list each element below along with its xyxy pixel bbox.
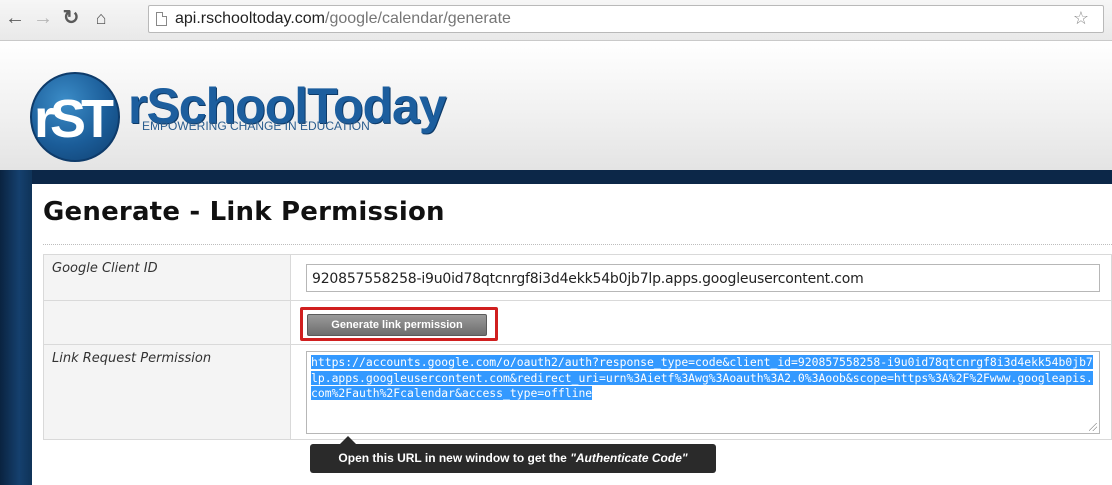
arrow-left-icon: ← <box>5 7 25 29</box>
site-header: rST rSchoolToday EMPOWERING CHANGE IN ED… <box>0 41 1112 170</box>
tooltip-text: Open this URL in new window to get the <box>338 451 571 465</box>
arrow-right-icon: → <box>33 7 53 29</box>
highlight-box: Generate link permission <box>300 307 498 341</box>
star-icon[interactable]: ☆ <box>1073 8 1089 29</box>
main-content: Generate - Link Permission Google Client… <box>32 184 1112 485</box>
home-icon: ⌂ <box>95 8 107 28</box>
link-request-label: Link Request Permission <box>43 344 291 440</box>
forward-button[interactable]: → <box>32 6 54 30</box>
form-row-client-id: Google Client ID 920857558258-i9u0id78qt… <box>43 254 1112 301</box>
logo-mark-text: rST <box>34 89 114 149</box>
form-row-generate: Generate link permission <box>43 300 1112 345</box>
logo-mark: rST <box>30 72 120 162</box>
back-button[interactable]: ← <box>4 6 26 30</box>
client-id-input[interactable]: 920857558258-i9u0id78qtcnrgf8i3d4ekk54b0… <box>306 264 1100 292</box>
url-path: /google/calendar/generate <box>325 10 511 27</box>
left-decor-strip <box>0 170 32 485</box>
title-divider <box>43 244 1112 245</box>
url-text[interactable]: api.rschooltoday.com/google/calendar/gen… <box>175 10 511 28</box>
logo-tagline: EMPOWERING CHANGE IN EDUCATION <box>142 119 370 133</box>
page-title: Generate - Link Permission <box>43 197 445 227</box>
client-id-label: Google Client ID <box>43 254 291 301</box>
tooltip-arrow <box>340 436 356 444</box>
generate-link-permission-button[interactable]: Generate link permission <box>307 314 487 336</box>
link-request-text: https://accounts.google.com/o/oauth2/aut… <box>311 355 1093 400</box>
reload-button[interactable]: ↻ <box>60 6 82 30</box>
home-button[interactable]: ⌂ <box>90 6 112 30</box>
reload-icon: ↻ <box>62 7 80 29</box>
form-row-link: Link Request Permission https://accounts… <box>43 344 1112 440</box>
resize-grip-icon[interactable] <box>1089 423 1097 431</box>
settings-form: Google Client ID 920857558258-i9u0id78qt… <box>43 254 1112 440</box>
page-icon <box>156 12 167 26</box>
url-host: api.rschooltoday.com <box>175 10 325 27</box>
tooltip-emphasis: "Authenticate Code" <box>570 451 688 465</box>
link-request-textarea[interactable]: https://accounts.google.com/o/oauth2/aut… <box>306 351 1100 434</box>
browser-toolbar: ← → ↻ ⌂ api.rschooltoday.com/google/cale… <box>0 0 1112 41</box>
address-bar[interactable]: api.rschooltoday.com/google/calendar/gen… <box>148 5 1104 33</box>
url-tooltip: Open this URL in new window to get the "… <box>310 444 716 473</box>
